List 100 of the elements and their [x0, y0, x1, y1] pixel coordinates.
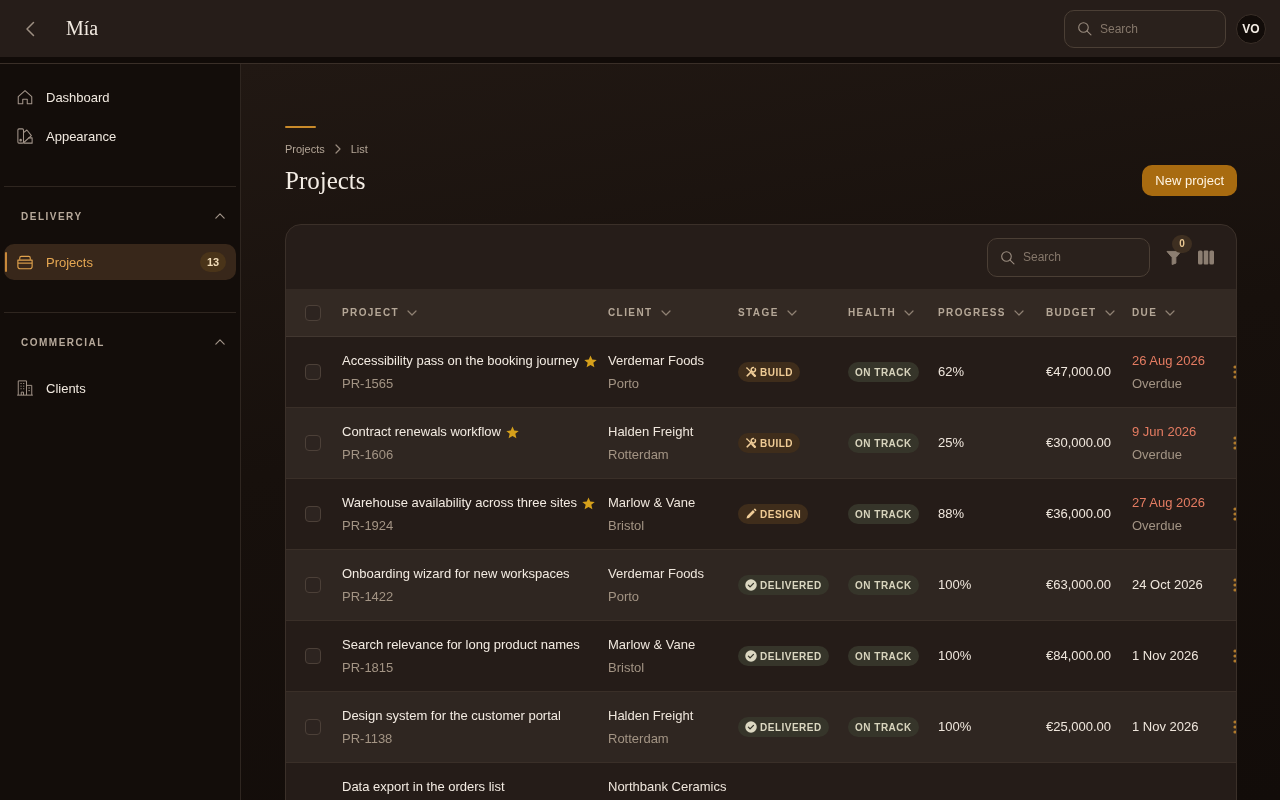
project-name[interactable]: Design system for the customer portal — [342, 706, 561, 726]
stage-label: BUILD — [760, 437, 794, 449]
health-tag: ON TRACK — [848, 504, 919, 524]
project-name[interactable]: Contract renewals workflow — [342, 422, 501, 442]
column-header[interactable]: DUE — [1132, 307, 1176, 318]
section-header[interactable]: DELIVERY — [4, 206, 236, 226]
more-icon[interactable] — [1233, 720, 1236, 734]
check-circle-icon — [745, 721, 757, 733]
columns-icon[interactable] — [1198, 249, 1214, 265]
column-header[interactable]: PROJECT — [342, 307, 418, 318]
row-checkbox[interactable] — [305, 435, 321, 451]
table-row[interactable]: Onboarding wizard for new workspaces PR-1422 Verdemar Foods Porto DELIVERED ON TRACK 100% €63,000.00 24 Oct 2026 — [286, 550, 1236, 621]
client-name: Marlow & Vane — [608, 636, 696, 654]
progress-value: 100% — [938, 718, 972, 736]
table-row[interactable]: Design system for the customer portal PR-1138 Halden Freight Rotterdam DELIVERED ON TRACK 100% €25,000.00 1 Nov 2026 — [286, 692, 1236, 763]
chevron-right-icon — [334, 144, 341, 154]
due-status: Overdue — [1132, 445, 1182, 464]
sidebar-item[interactable]: Dashboard — [4, 79, 236, 115]
health-tag: ON TRACK — [848, 433, 919, 453]
check-circle-icon — [745, 650, 757, 662]
due-status: Overdue — [1132, 516, 1182, 535]
client-name: Halden Freight — [608, 423, 694, 441]
column-header[interactable]: PROGRESS — [938, 307, 1024, 318]
stage-label: BUILD — [760, 366, 794, 378]
section-header[interactable]: COMMERCIAL — [4, 332, 236, 352]
progress-value: 25% — [938, 434, 965, 452]
due-date: 24 Oct 2026 — [1132, 576, 1203, 594]
stage-label: DELIVERED — [760, 721, 822, 733]
column-header[interactable]: CLIENT — [608, 307, 671, 318]
check-circle-icon — [745, 579, 757, 591]
client-city: Porto — [608, 375, 640, 393]
chevron-down-icon — [407, 309, 418, 316]
project-code: PR-1565 — [342, 375, 394, 393]
box-icon — [16, 253, 34, 271]
filter-icon[interactable] — [1166, 249, 1182, 265]
project-code: PR-1924 — [342, 517, 394, 535]
health-tag: ON TRACK — [848, 362, 919, 382]
project-name[interactable]: Onboarding wizard for new workspaces — [342, 564, 570, 584]
row-checkbox[interactable] — [305, 506, 321, 522]
due-date: 1 Nov 2026 — [1132, 647, 1199, 665]
project-code: PR-1422 — [342, 588, 394, 606]
more-icon[interactable] — [1233, 507, 1236, 521]
more-icon[interactable] — [1233, 649, 1236, 663]
chevron-down-icon — [1104, 309, 1115, 316]
more-icon[interactable] — [1233, 436, 1236, 450]
budget-value: €25,000.00 — [1046, 718, 1112, 736]
project-name[interactable]: Data export in the orders list — [342, 777, 505, 797]
progress-value: 88% — [938, 505, 965, 523]
sidebar-item[interactable]: Projects 13 — [4, 244, 236, 280]
client-city: Rotterdam — [608, 446, 669, 464]
sidebar-item[interactable]: Clients — [4, 370, 236, 406]
page-title: Projects — [285, 166, 367, 196]
column-header[interactable]: HEALTH — [848, 307, 915, 318]
due-status: Overdue — [1132, 374, 1182, 393]
project-code: PR-1138 — [342, 730, 393, 748]
chevron-down-icon — [1013, 309, 1024, 316]
client-city: Bristol — [608, 659, 645, 677]
search-field[interactable]: Search — [987, 237, 1150, 277]
due-date: 1 Nov 2026 — [1132, 718, 1199, 736]
home-icon — [16, 88, 34, 106]
app-logo: Mía — [66, 17, 99, 40]
client-name: Verdemar Foods — [608, 352, 705, 370]
sidebar-item[interactable]: Appearance — [4, 118, 236, 154]
search-field[interactable]: Search — [1064, 9, 1226, 48]
row-checkbox[interactable] — [305, 719, 321, 735]
health-tag: ON TRACK — [848, 717, 919, 737]
client-name: Halden Freight — [608, 707, 694, 725]
chevron-down-icon — [660, 309, 671, 316]
back-icon[interactable] — [25, 20, 35, 37]
search-icon — [1077, 21, 1092, 36]
more-icon[interactable] — [1233, 365, 1236, 379]
chevron-down-icon — [904, 309, 915, 316]
stage-label: DELIVERED — [760, 650, 822, 662]
more-icon[interactable] — [1233, 578, 1236, 592]
client-name: Marlow & Vane — [608, 494, 696, 512]
client-city: Bristol — [608, 517, 645, 535]
row-checkbox[interactable] — [305, 577, 321, 593]
column-header[interactable]: BUDGET — [1046, 307, 1115, 318]
table-row[interactable]: Contract renewals workflow PR-1606 Halden Freight Rotterdam BUILD ON TRACK 25% €30,000.00 9 Jun 2026 Overdue — [286, 408, 1236, 479]
tools-icon — [745, 437, 757, 449]
stage-label: DELIVERED — [760, 579, 822, 591]
new-project-button[interactable]: New project — [1142, 165, 1237, 196]
pencil-icon — [745, 508, 757, 520]
avatar[interactable]: VO — [1236, 13, 1266, 44]
project-name[interactable]: Accessibility pass on the booking journey — [342, 351, 580, 371]
progress-value: 62% — [938, 363, 965, 381]
progress-value: 100% — [938, 647, 972, 665]
column-header[interactable]: STAGE — [738, 307, 797, 318]
due-date: 9 Jun 2026 — [1132, 422, 1197, 441]
row-checkbox[interactable] — [305, 364, 321, 380]
client-name: Northbank Ceramics — [608, 778, 727, 796]
project-code: PR-1606 — [342, 446, 394, 464]
budget-value: €36,000.00 — [1046, 505, 1112, 523]
row-checkbox[interactable] — [305, 648, 321, 664]
filter-count-badge: 0 — [1172, 234, 1192, 253]
project-name[interactable]: Search relevance for long product names — [342, 635, 580, 655]
select-all-checkbox[interactable] — [305, 304, 321, 321]
project-name[interactable]: Warehouse availability across three sites — [342, 493, 578, 513]
breadcrumb-link[interactable]: Projects — [285, 143, 325, 155]
budget-value: €30,000.00 — [1046, 434, 1112, 452]
